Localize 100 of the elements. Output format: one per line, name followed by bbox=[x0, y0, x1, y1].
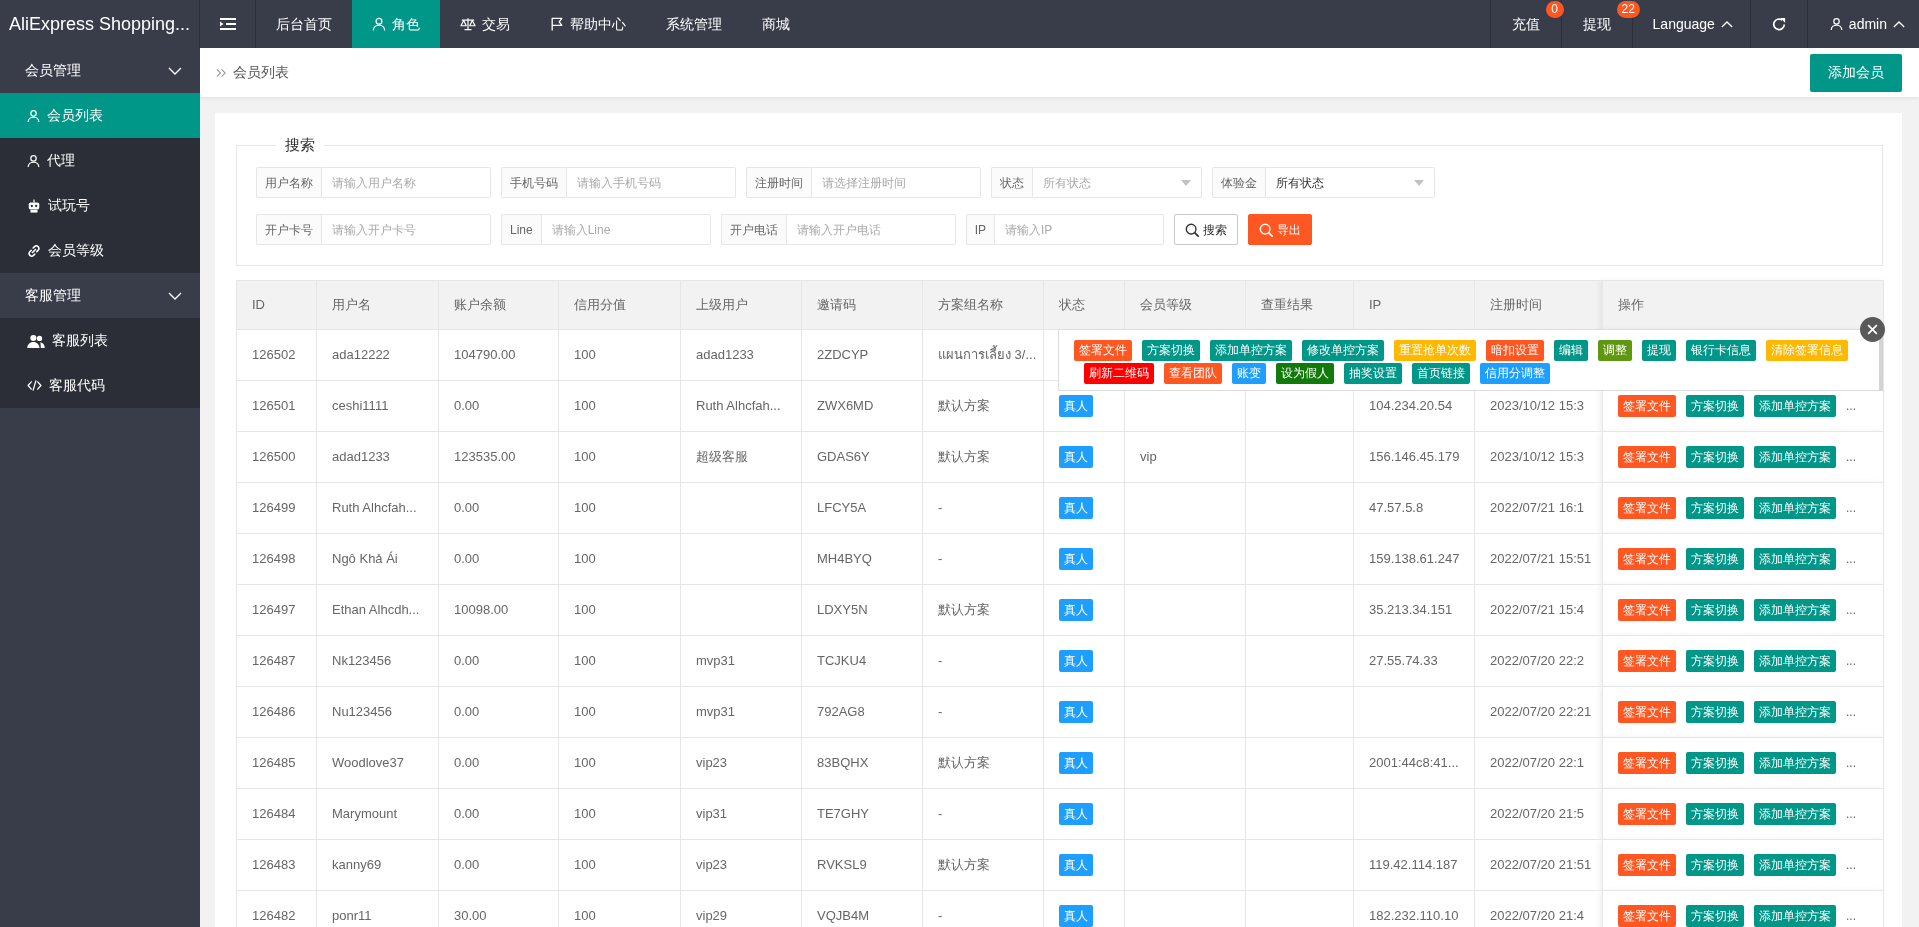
action-button[interactable]: 方案切换 bbox=[1686, 497, 1744, 519]
action-button[interactable]: 签署文件 bbox=[1618, 701, 1676, 723]
status-badge: 真人 bbox=[1059, 395, 1093, 417]
close-icon[interactable] bbox=[1860, 317, 1885, 342]
action-button[interactable]: 方案切换 bbox=[1686, 905, 1744, 927]
search-button[interactable]: 搜索 bbox=[1174, 214, 1239, 245]
action-button[interactable]: 修改单控方案 bbox=[1302, 340, 1384, 361]
action-button[interactable]: 添加单控方案 bbox=[1754, 497, 1836, 519]
action-button[interactable]: 方案切换 bbox=[1686, 395, 1744, 417]
action-button[interactable]: 签署文件 bbox=[1618, 803, 1676, 825]
action-button[interactable]: 签署文件 bbox=[1618, 548, 1676, 570]
action-button[interactable]: 添加单控方案 bbox=[1754, 395, 1836, 417]
action-button[interactable]: 签署文件 bbox=[1618, 905, 1676, 927]
menu-group[interactable]: 客服管理 bbox=[0, 273, 200, 318]
action-button[interactable]: 添加单控方案 bbox=[1754, 803, 1836, 825]
action-button[interactable]: 方案切换 bbox=[1686, 446, 1744, 468]
nav-tab[interactable]: 交易 bbox=[440, 0, 530, 48]
action-button[interactable]: 信用分调整 bbox=[1480, 363, 1550, 384]
user-menu[interactable]: admin bbox=[1829, 13, 1905, 35]
more-button[interactable]: ... bbox=[1846, 909, 1856, 923]
more-button[interactable]: ... bbox=[1846, 399, 1856, 413]
action-button[interactable]: 方案切换 bbox=[1142, 340, 1200, 361]
select-field[interactable]: 所有状态 bbox=[1032, 167, 1202, 198]
select-field[interactable]: 所有状态 bbox=[1265, 167, 1435, 198]
input-field[interactable]: 请输入手机号码 bbox=[566, 167, 736, 198]
more-button[interactable]: ... bbox=[1846, 654, 1856, 668]
action-button[interactable]: 签署文件 bbox=[1074, 340, 1132, 361]
action-button[interactable]: 方案切换 bbox=[1686, 752, 1744, 774]
action-button[interactable]: 添加单控方案 bbox=[1754, 701, 1836, 723]
action-button[interactable]: 抽奖设置 bbox=[1344, 363, 1402, 384]
more-button[interactable]: ... bbox=[1846, 756, 1856, 770]
language-menu[interactable]: Language bbox=[1652, 13, 1733, 35]
refresh-icon[interactable] bbox=[1771, 17, 1786, 31]
more-button[interactable]: ... bbox=[1846, 858, 1856, 872]
action-button[interactable]: 添加单控方案 bbox=[1754, 599, 1836, 621]
field-label: 开户电话 bbox=[720, 214, 786, 245]
nav-tab[interactable]: 后台首页 bbox=[256, 0, 352, 48]
table-cell: 126497 bbox=[236, 584, 317, 636]
action-button[interactable]: 设为假人 bbox=[1276, 363, 1334, 384]
action-button[interactable]: 添加单控方案 bbox=[1754, 752, 1836, 774]
action-button[interactable]: 添加单控方案 bbox=[1754, 854, 1836, 876]
more-button[interactable]: ... bbox=[1846, 603, 1856, 617]
action-button[interactable]: 方案切换 bbox=[1686, 548, 1744, 570]
more-button[interactable]: ... bbox=[1846, 552, 1856, 566]
sidebar-item[interactable]: 试玩号 bbox=[0, 183, 200, 228]
table-cell: 0.00 bbox=[438, 482, 559, 534]
action-button[interactable]: 签署文件 bbox=[1618, 395, 1676, 417]
action-button[interactable]: 添加单控方案 bbox=[1754, 905, 1836, 927]
nav-link[interactable]: 充值 bbox=[1511, 13, 1540, 35]
action-button[interactable]: 签署文件 bbox=[1618, 752, 1676, 774]
action-button[interactable]: 方案切换 bbox=[1686, 650, 1744, 672]
action-button[interactable]: 刷新二维码 bbox=[1084, 363, 1154, 384]
action-button[interactable]: 提现 bbox=[1642, 340, 1676, 361]
action-button[interactable]: 暗扣设置 bbox=[1486, 340, 1544, 361]
action-button[interactable]: 添加单控方案 bbox=[1754, 548, 1836, 570]
input-field[interactable]: 请输入IP bbox=[994, 214, 1165, 245]
export-button[interactable]: 导出 bbox=[1248, 214, 1313, 245]
action-button[interactable]: 添加单控方案 bbox=[1754, 650, 1836, 672]
input-field[interactable]: 请输入Line bbox=[540, 214, 711, 245]
nav-tab[interactable]: 商城 bbox=[742, 0, 810, 48]
input-field[interactable]: 请选择注册时间 bbox=[811, 167, 981, 198]
nav-tab[interactable]: 帮助中心 bbox=[530, 0, 646, 48]
sidebar-item[interactable]: 代理 bbox=[0, 138, 200, 183]
nav-tab[interactable]: 角色 bbox=[352, 0, 440, 48]
nav-link[interactable]: 提现 bbox=[1582, 13, 1611, 35]
input-field[interactable]: 请输入用户名称 bbox=[321, 167, 491, 198]
menu-group[interactable]: 会员管理 bbox=[0, 48, 200, 93]
nav-tab[interactable]: 系统管理 bbox=[646, 0, 742, 48]
more-button[interactable]: ... bbox=[1846, 705, 1856, 719]
action-button[interactable]: 方案切换 bbox=[1686, 599, 1744, 621]
more-button[interactable]: ... bbox=[1846, 807, 1856, 821]
sidebar-item[interactable]: 会员等级 bbox=[0, 228, 200, 273]
action-button[interactable]: 方案切换 bbox=[1686, 701, 1744, 723]
action-button[interactable]: 添加单控方案 bbox=[1754, 446, 1836, 468]
action-button[interactable]: 账变 bbox=[1232, 363, 1266, 384]
sidebar-item[interactable]: 客服代码 bbox=[0, 363, 200, 408]
action-button[interactable]: 方案切换 bbox=[1686, 803, 1744, 825]
search-icon bbox=[1259, 222, 1274, 237]
action-button[interactable]: 编辑 bbox=[1554, 340, 1588, 361]
add-member-button[interactable]: 添加会员 bbox=[1810, 53, 1902, 92]
menu-icon[interactable] bbox=[219, 18, 236, 30]
action-button[interactable]: 签署文件 bbox=[1618, 497, 1676, 519]
more-button[interactable]: ... bbox=[1846, 501, 1856, 515]
more-button[interactable]: ... bbox=[1846, 450, 1856, 464]
action-button[interactable]: 签署文件 bbox=[1618, 854, 1676, 876]
action-button[interactable]: 调整 bbox=[1598, 340, 1632, 361]
table-cell: 100 bbox=[558, 482, 681, 534]
sidebar-item[interactable]: 会员列表 bbox=[0, 93, 200, 138]
action-button[interactable]: 方案切换 bbox=[1686, 854, 1744, 876]
users-icon bbox=[27, 333, 45, 348]
input-field[interactable]: 请输入开户电话 bbox=[785, 214, 956, 245]
action-button[interactable]: 签署文件 bbox=[1618, 599, 1676, 621]
action-button[interactable]: 签署文件 bbox=[1618, 446, 1676, 468]
action-button[interactable]: 添加单控方案 bbox=[1210, 340, 1292, 361]
action-button[interactable]: 银行卡信息 bbox=[1686, 340, 1756, 361]
action-button[interactable]: 首页链接 bbox=[1412, 363, 1470, 384]
sidebar-item[interactable]: 客服列表 bbox=[0, 318, 200, 363]
input-field[interactable]: 请输入开户卡号 bbox=[321, 214, 491, 245]
action-button[interactable]: 查看团队 bbox=[1164, 363, 1222, 384]
action-button[interactable]: 签署文件 bbox=[1618, 650, 1676, 672]
